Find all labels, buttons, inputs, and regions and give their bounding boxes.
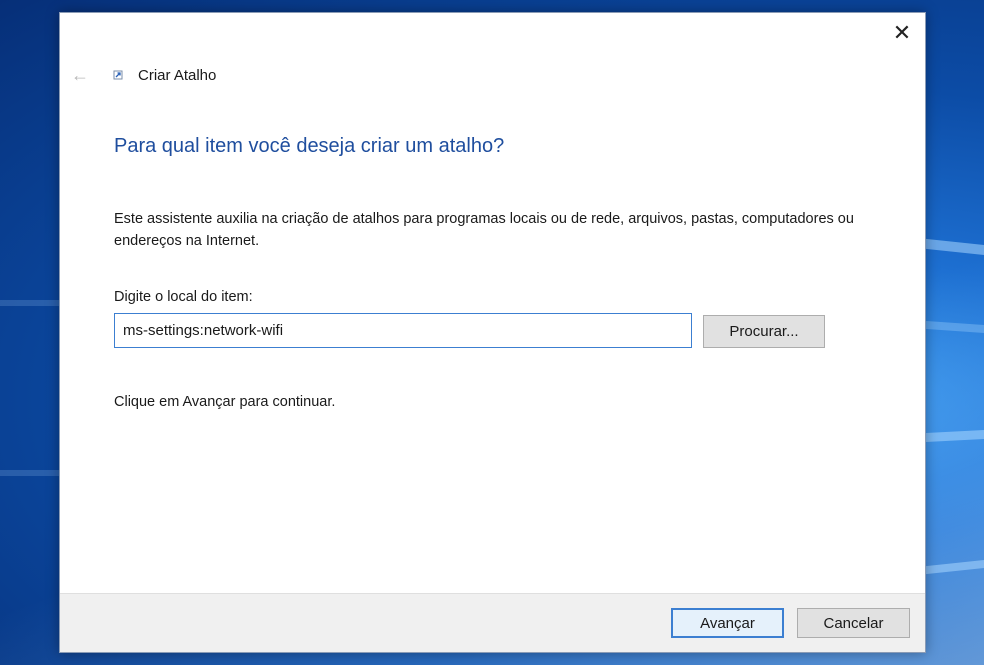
close-button[interactable]: ✕	[885, 19, 919, 47]
back-button[interactable]: ←	[68, 63, 92, 87]
create-shortcut-dialog: ✕ ← Criar Atalho Para qual item você des…	[59, 12, 926, 653]
wallpaper-light-ray	[0, 470, 60, 476]
wizard-nav: ← Criar Atalho	[68, 63, 216, 87]
location-label: Digite o local do item:	[114, 289, 253, 305]
wizard-title: Criar Atalho	[138, 66, 217, 84]
next-button[interactable]: Avançar	[671, 608, 784, 638]
wallpaper-light-ray	[0, 300, 60, 306]
dialog-footer: Avançar Cancelar	[60, 593, 925, 652]
continue-hint: Clique em Avançar para continuar.	[114, 394, 336, 410]
page-heading: Para qual item você deseja criar um atal…	[114, 135, 505, 157]
location-input[interactable]	[114, 313, 692, 348]
wizard-description: Este assistente auxilia na criação de at…	[114, 211, 854, 249]
shortcut-icon	[110, 67, 126, 83]
close-icon: ✕	[892, 20, 912, 45]
cancel-button[interactable]: Cancelar	[797, 608, 910, 638]
back-arrow-icon: ←	[71, 64, 89, 85]
browse-button[interactable]: Procurar...	[703, 315, 825, 348]
